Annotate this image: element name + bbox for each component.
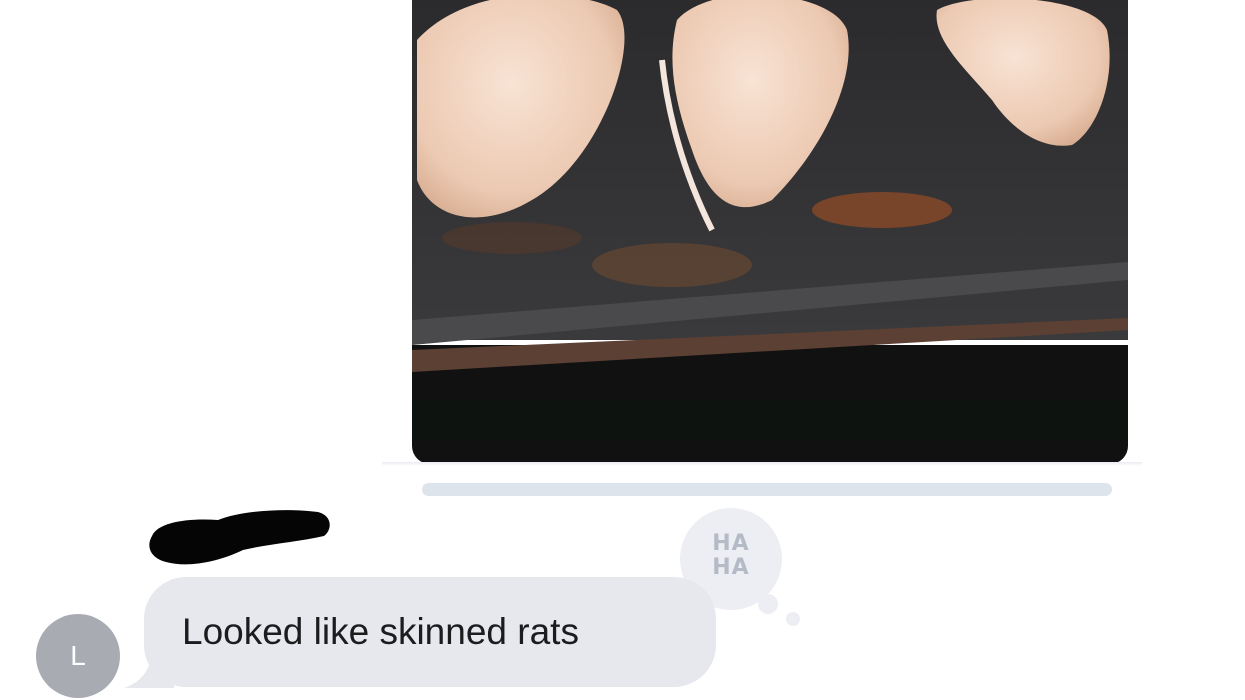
reaction-tail-dot — [758, 594, 778, 614]
haha-reaction-icon: HA HA — [712, 531, 750, 580]
message-bubble[interactable]: Looked like skinned rats — [144, 577, 716, 687]
photo-attachment[interactable] — [412, 0, 1128, 464]
avatar[interactable]: L — [36, 614, 120, 698]
chicken-photo-icon — [412, 0, 1128, 464]
reply-bar — [422, 483, 1112, 496]
avatar-initial: L — [70, 640, 86, 671]
photo-divider — [382, 462, 1142, 466]
reaction-tail-dot-small — [786, 612, 800, 626]
message-text: Looked like skinned rats — [182, 611, 579, 652]
sender-name-redaction — [148, 502, 333, 575]
